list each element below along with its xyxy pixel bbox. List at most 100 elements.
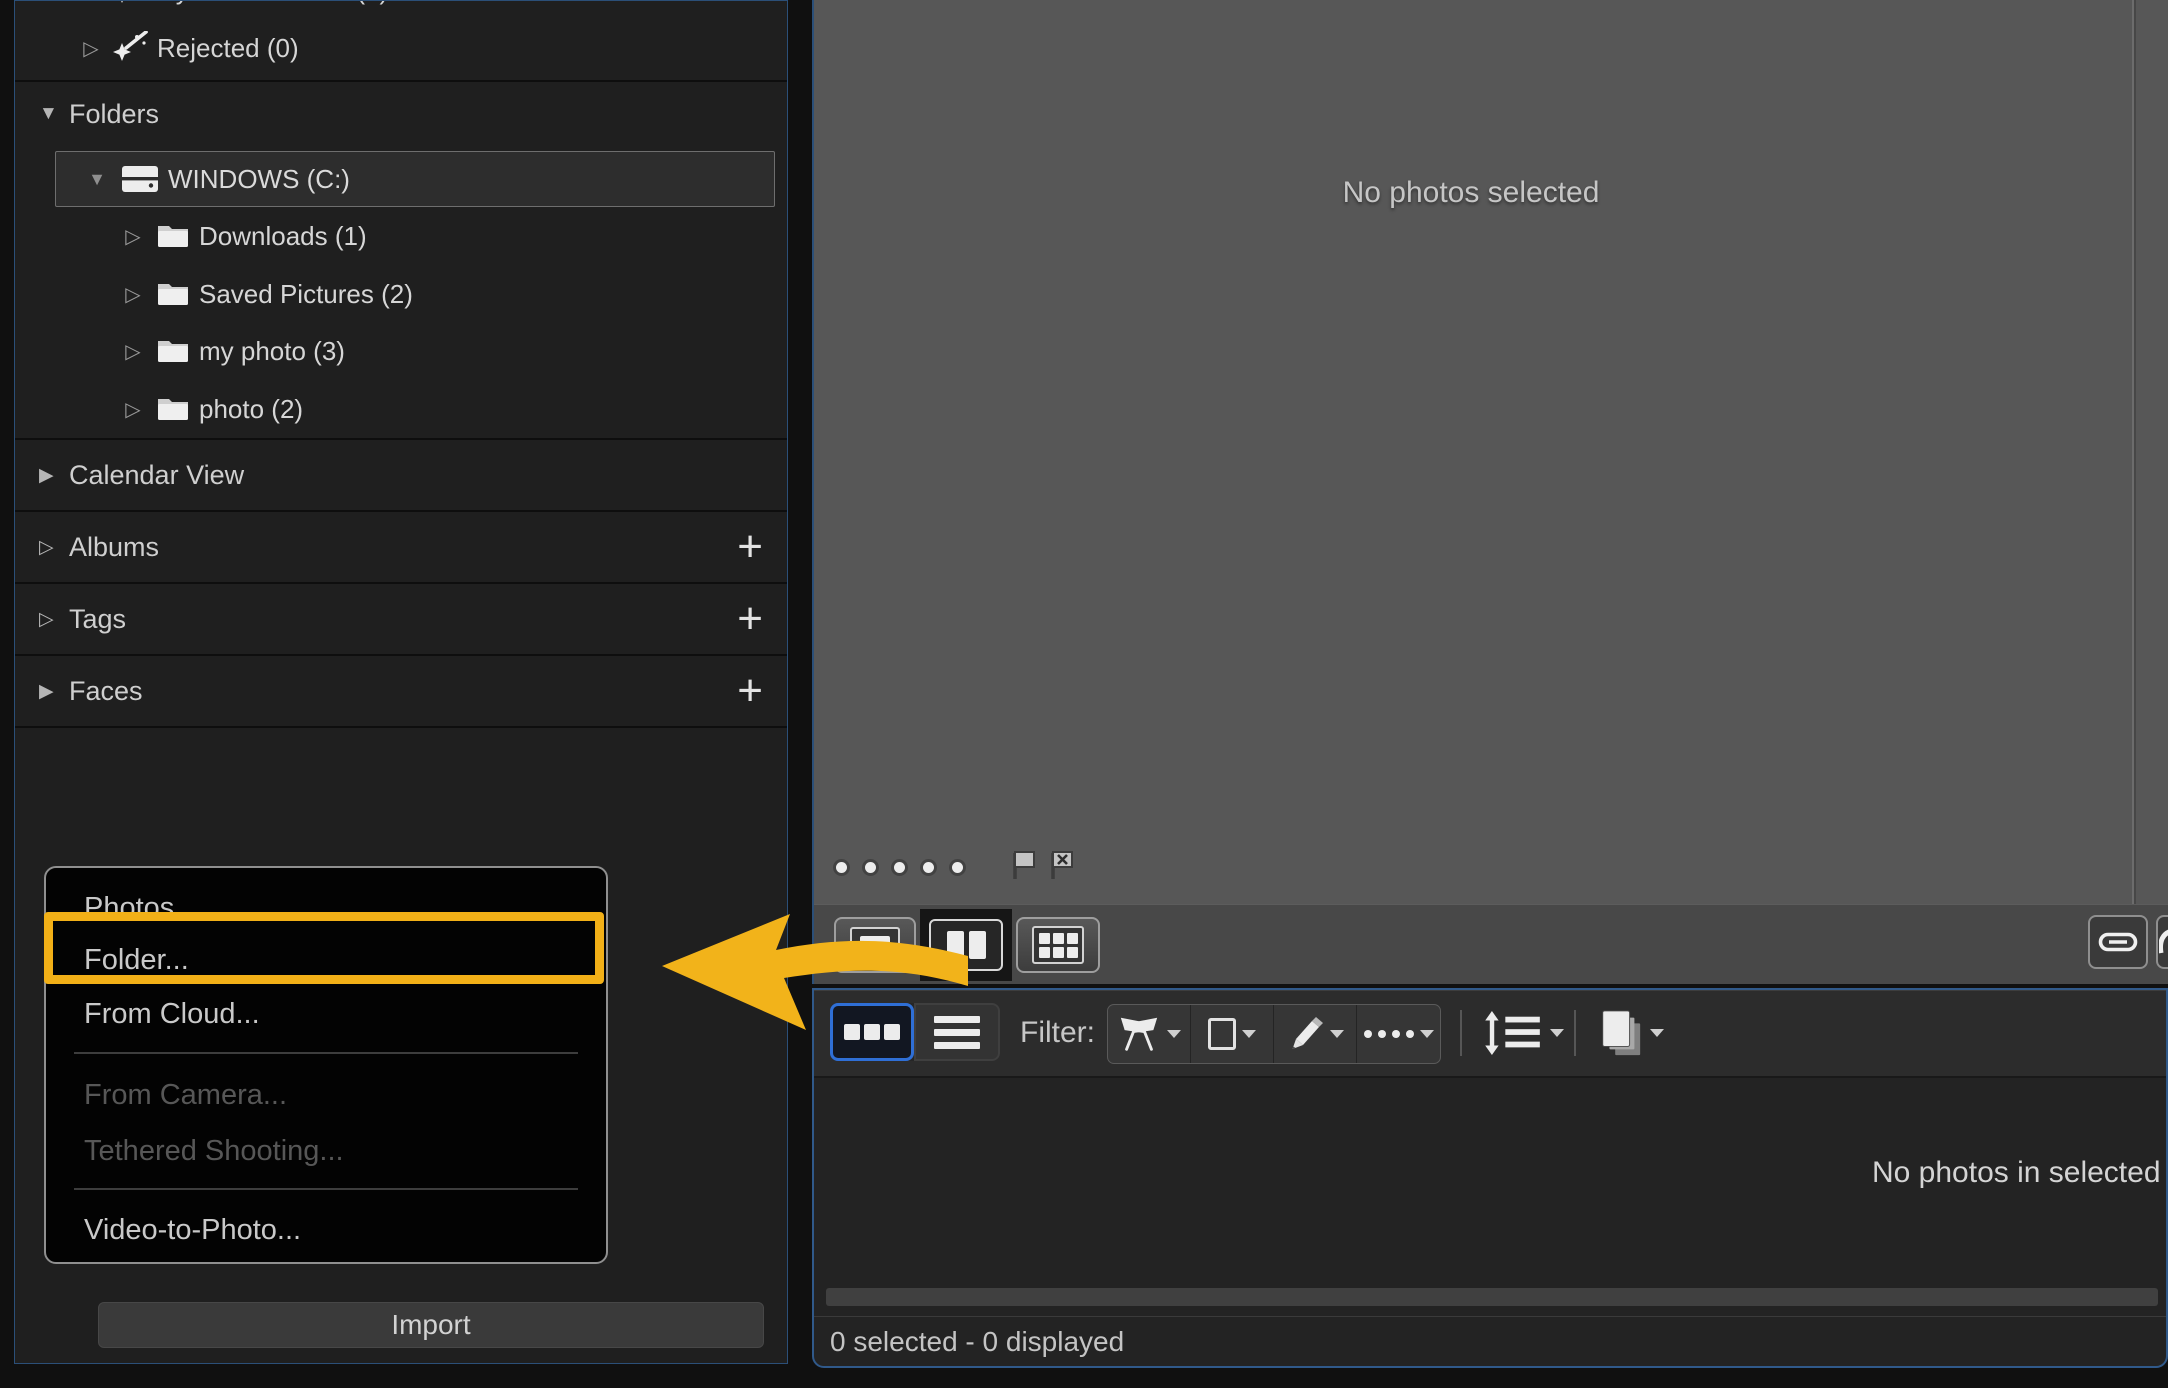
photo-preview-pane: No photos selected <box>812 0 2168 984</box>
section-divider <box>15 726 787 728</box>
folder-icon <box>147 281 199 307</box>
tree-item-rejected[interactable]: ▷ Rejected (0) <box>15 19 787 77</box>
caret-icon[interactable]: ▶ <box>39 464 69 487</box>
filter-flags-button[interactable] <box>1108 1005 1191 1063</box>
rating-flag-row <box>836 852 1077 882</box>
rating-dot[interactable] <box>952 862 963 873</box>
folder-icon <box>147 338 199 364</box>
toolbar-separator <box>1460 1010 1462 1056</box>
tree-item-label: Downloads (1) <box>199 221 367 252</box>
link-button[interactable] <box>2088 915 2148 969</box>
preview-view-toolbar <box>814 904 2168 984</box>
selection-status-text: 0 selected - 0 displayed <box>830 1320 1124 1364</box>
tree-item-downloads[interactable]: ▷ Downloads (1) <box>15 207 787 265</box>
dropdown-arrow-icon <box>1550 1029 1564 1037</box>
filter-button-group <box>1107 1004 1441 1064</box>
dual-pane-icon <box>969 931 986 959</box>
caret-icon[interactable]: ▷ <box>77 0 105 3</box>
add-tag-button[interactable]: + <box>737 597 763 641</box>
dropdown-arrow-icon <box>1330 1030 1344 1038</box>
section-label: Albums <box>69 532 159 563</box>
stacked-pages-icon <box>1596 1007 1644 1059</box>
tree-item-my-photo[interactable]: ▷ my photo (3) <box>15 322 787 380</box>
caret-icon[interactable]: ▷ <box>39 608 69 631</box>
menu-separator <box>74 1188 578 1190</box>
stack-photos-button[interactable] <box>1596 1004 1664 1062</box>
folder-icon <box>147 396 199 422</box>
caret-icon[interactable]: ▷ <box>119 339 147 364</box>
add-album-button[interactable]: + <box>737 525 763 569</box>
tree-item-saved-pictures[interactable]: ▷ Saved Pictures (2) <box>15 265 787 323</box>
rotate-arrow-icon <box>2159 927 2168 957</box>
preview-empty-message: No photos selected <box>814 176 2128 210</box>
caret-icon[interactable]: ▷ <box>39 536 69 559</box>
dropdown-arrow-icon <box>1167 1030 1181 1038</box>
import-button[interactable]: Import <box>98 1302 764 1348</box>
tree-item-label: CyberLink Cloud (0) <box>157 0 388 6</box>
section-albums[interactable]: ▷ Albums + <box>15 512 787 582</box>
more-dots-icon <box>1364 1030 1414 1038</box>
caret-down-icon[interactable]: ▼ <box>39 103 69 125</box>
folder-icon <box>147 223 199 249</box>
chain-link-icon <box>2098 930 2138 954</box>
filter-edited-button[interactable] <box>1274 1005 1357 1063</box>
caret-icon[interactable]: ▷ <box>77 36 105 61</box>
caret-icon[interactable]: ▷ <box>119 282 147 307</box>
pencil-icon <box>1286 1015 1324 1053</box>
tree-item-label: photo (2) <box>199 394 303 425</box>
drive-icon <box>112 166 168 192</box>
tree-item-label: my photo (3) <box>199 336 345 367</box>
annotation-arrow <box>648 902 970 1034</box>
browser-filter-toolbar: Filter: <box>814 990 2166 1078</box>
rating-dot[interactable] <box>894 862 905 873</box>
crossed-flags-icon <box>1117 1016 1161 1052</box>
tree-item-cyberlink-cloud[interactable]: ▷ CyberLink Cloud (0) <box>15 0 787 19</box>
tree-item-label: WINDOWS (C:) <box>168 164 350 195</box>
section-label: Calendar View <box>69 460 244 491</box>
caret-icon[interactable]: ▶ <box>39 680 69 703</box>
flag-pick-icon[interactable] <box>1009 849 1039 886</box>
sort-icon <box>1482 1010 1544 1056</box>
tree-item-windows-drive[interactable]: ▼ WINDOWS (C:) <box>55 151 775 207</box>
menu-item-from-camera: From Camera... <box>84 1071 586 1119</box>
caret-icon[interactable]: ▷ <box>119 397 147 422</box>
filter-more-button[interactable] <box>1357 1005 1440 1063</box>
sort-order-button[interactable] <box>1482 1004 1564 1062</box>
square-outline-icon <box>1208 1018 1236 1050</box>
section-folders[interactable]: ▼ Folders <box>15 82 787 146</box>
grid-icon <box>1032 926 1084 964</box>
wand-icon <box>105 0 157 7</box>
add-face-button[interactable]: + <box>737 669 763 713</box>
wand-icon <box>105 31 157 65</box>
horizontal-scrollbar[interactable] <box>826 1288 2158 1306</box>
section-label: Faces <box>69 676 143 707</box>
tree-item-label: Rejected (0) <box>157 33 299 64</box>
dropdown-arrow-icon <box>1650 1029 1664 1037</box>
caret-down-icon[interactable]: ▼ <box>82 169 112 190</box>
caret-icon[interactable]: ▷ <box>119 224 147 249</box>
rating-dot[interactable] <box>923 862 934 873</box>
filter-label: Filter: <box>1020 990 1095 1076</box>
menu-item-video-to-photo[interactable]: Video-to-Photo... <box>84 1206 586 1254</box>
rating-dot[interactable] <box>836 862 847 873</box>
dropdown-arrow-icon <box>1420 1030 1434 1038</box>
status-divider <box>814 1316 2166 1317</box>
menu-item-from-cloud[interactable]: From Cloud... <box>84 990 586 1038</box>
section-tags[interactable]: ▷ Tags + <box>15 584 787 654</box>
tree-item-label: Saved Pictures (2) <box>199 279 413 310</box>
rotate-button-cutoff[interactable] <box>2156 915 2168 969</box>
photo-browser-pane: Filter: <box>812 988 2168 1368</box>
menu-separator <box>74 1052 578 1054</box>
section-label: Folders <box>69 99 159 130</box>
dropdown-arrow-icon <box>1242 1030 1256 1038</box>
tree-item-photo[interactable]: ▷ photo (2) <box>15 380 787 438</box>
filter-label-shape-button[interactable] <box>1191 1005 1274 1063</box>
annotation-highlight-box <box>44 912 604 984</box>
rating-dot[interactable] <box>865 862 876 873</box>
section-label: Tags <box>69 604 126 635</box>
grid-view-button[interactable] <box>1016 917 1100 973</box>
flag-reject-icon[interactable] <box>1047 849 1077 886</box>
section-faces[interactable]: ▶ Faces + <box>15 656 787 726</box>
menu-item-tethered-shooting: Tethered Shooting... <box>84 1127 586 1175</box>
section-calendar-view[interactable]: ▶ Calendar View <box>15 440 787 510</box>
